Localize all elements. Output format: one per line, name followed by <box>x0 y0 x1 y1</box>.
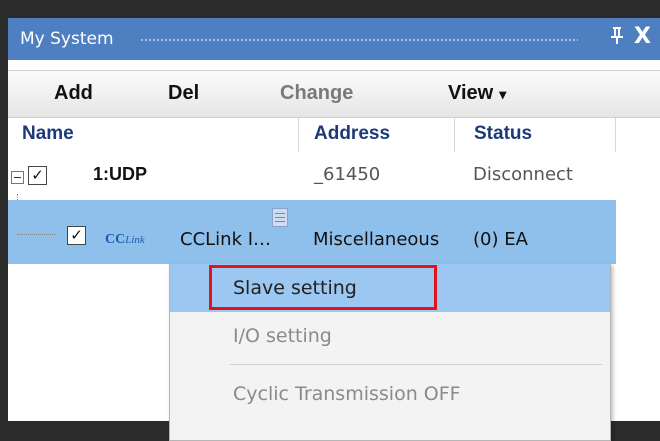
column-header: Name Address Status <box>8 118 660 154</box>
row-name: CCLink I… <box>180 229 272 250</box>
column-divider[interactable] <box>615 118 616 152</box>
add-button[interactable]: Add <box>54 82 93 105</box>
tree-row-udp[interactable]: ✓ 1:UDP _61450 Disconnect <box>8 158 660 194</box>
column-divider[interactable] <box>454 118 455 152</box>
panel-title: My System <box>20 29 114 49</box>
del-button[interactable]: Del <box>168 82 199 105</box>
menu-item-slave-setting[interactable]: Slave setting <box>170 264 610 312</box>
panel-titlebar[interactable]: My System X <box>8 18 660 60</box>
tree-connector <box>17 234 55 235</box>
chevron-down-icon: ▾ <box>499 86 507 102</box>
pin-icon[interactable] <box>610 25 624 50</box>
row-checkbox[interactable]: ✓ <box>28 166 47 185</box>
cclink-logo: CCLink <box>105 232 145 248</box>
view-label: View <box>448 82 494 104</box>
my-system-panel: My System X Add Del Change View ▾ Name Ad… <box>8 18 660 441</box>
column-status-header[interactable]: Status <box>474 123 532 145</box>
column-address-header[interactable]: Address <box>314 123 390 145</box>
close-icon[interactable]: X <box>634 24 651 49</box>
collapse-icon[interactable] <box>11 171 24 184</box>
cclink-logo-link: Link <box>125 234 145 246</box>
row-address: _61450 <box>314 164 381 185</box>
change-button[interactable]: Change <box>280 82 353 105</box>
menu-separator <box>230 364 602 365</box>
document-icon <box>272 208 288 227</box>
cclink-logo-cc: CC <box>105 232 126 247</box>
row-address: Miscellaneous <box>313 229 440 250</box>
view-menu-button[interactable]: View ▾ <box>448 82 506 105</box>
drag-grip[interactable] <box>140 38 578 42</box>
row-status: (0) EA <box>473 229 528 250</box>
menu-item-label: I/O setting <box>233 325 332 347</box>
column-name-header[interactable]: Name <box>22 123 74 145</box>
context-menu: Slave setting I/O setting Cyclic Transmi… <box>169 263 611 441</box>
column-divider[interactable] <box>298 118 299 152</box>
tree-row-cclink[interactable]: ✓ CCLink CCLink I… Miscellaneous (0) EA <box>8 200 616 264</box>
pin-icon-glyph <box>611 27 623 44</box>
menu-item-io-setting[interactable]: I/O setting <box>170 312 610 360</box>
row-status: Disconnect <box>473 164 573 185</box>
row-name: 1:UDP <box>93 164 148 184</box>
highlight-box <box>209 265 437 310</box>
menu-item-cyclic-transmission-off[interactable]: Cyclic Transmission OFF <box>170 370 610 418</box>
menu-item-label: Cyclic Transmission OFF <box>233 383 461 405</box>
toolbar: Add Del Change View ▾ <box>8 70 660 118</box>
row-checkbox[interactable]: ✓ <box>67 226 86 245</box>
